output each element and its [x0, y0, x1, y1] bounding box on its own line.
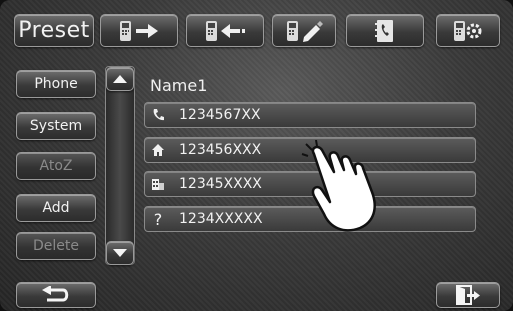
phone-number: 123456XXX: [179, 142, 262, 158]
scroll-down-button[interactable]: [106, 241, 134, 265]
atoz-button[interactable]: AtoZ: [16, 152, 96, 180]
phone-settings-button[interactable]: [436, 14, 500, 47]
scrollbar-track[interactable]: [105, 66, 135, 265]
phonebook-icon: [375, 19, 393, 42]
preset-button[interactable]: Preset: [14, 14, 94, 47]
delete-button[interactable]: Delete: [16, 232, 96, 260]
atoz-label: AtoZ: [39, 158, 73, 174]
delete-label: Delete: [33, 238, 79, 254]
add-button[interactable]: Add: [16, 194, 96, 222]
triangle-down-icon: [113, 249, 127, 257]
back-button[interactable]: [16, 282, 96, 308]
phone-number: 1234XXXXX: [179, 211, 263, 227]
phone-number: 1234567XX: [179, 107, 261, 123]
mobile-icon: [151, 108, 165, 122]
phone-receive-icon: [206, 20, 245, 41]
return-arrow-icon: [42, 286, 69, 302]
phone-receive-button[interactable]: [186, 14, 264, 47]
exit-button[interactable]: [436, 282, 500, 308]
phone-label: Phone: [34, 76, 78, 92]
phone-send-icon: [120, 20, 158, 41]
phone-edit-icon: [287, 20, 323, 42]
contact-name-title: Name1: [150, 76, 208, 95]
phone-settings-icon: [454, 20, 482, 41]
phone-button[interactable]: Phone: [16, 70, 96, 98]
phonebook-button[interactable]: [346, 14, 424, 47]
phone-preset-screen: Preset Phone System AtoZ Add Delete Name…: [0, 0, 513, 311]
unknown-icon: ?: [153, 209, 163, 229]
home-icon: [151, 143, 165, 157]
phone-send-button[interactable]: [100, 14, 178, 47]
touch-hand-icon: [301, 140, 376, 232]
system-button[interactable]: System: [16, 112, 96, 140]
office-icon: [151, 177, 165, 191]
exit-door-icon: [456, 285, 480, 305]
scroll-up-button[interactable]: [106, 67, 134, 91]
phone-number: 12345XXXX: [179, 176, 262, 192]
phone-edit-button[interactable]: [272, 14, 336, 47]
preset-label: Preset: [18, 18, 90, 43]
add-label: Add: [42, 200, 70, 216]
system-label: System: [29, 118, 83, 134]
triangle-up-icon: [113, 75, 127, 83]
list-item[interactable]: 1234567XX: [144, 102, 476, 128]
